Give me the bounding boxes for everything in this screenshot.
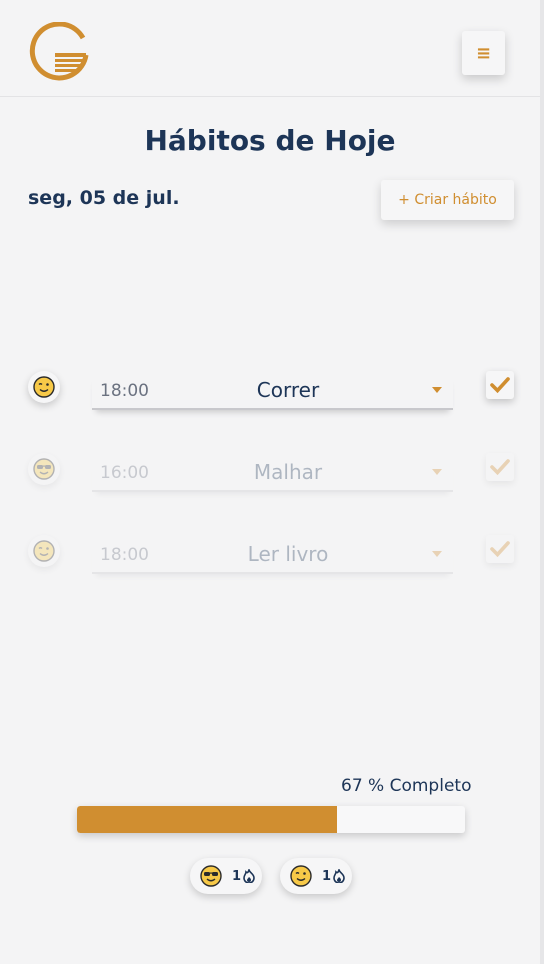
sunglasses-face-icon bbox=[200, 865, 222, 887]
habit-row: 18:00 Correr bbox=[0, 371, 540, 431]
chevron-down-icon bbox=[432, 551, 442, 557]
menu-button[interactable]: ≡ bbox=[462, 31, 505, 75]
streak-badge[interactable]: 1 bbox=[190, 858, 262, 894]
habit-row: 18:00 Ler livro bbox=[0, 535, 540, 595]
streak-count: 1 bbox=[232, 868, 242, 884]
habit-name: Correr bbox=[256, 378, 320, 402]
progress-bar bbox=[77, 806, 465, 833]
habit-select[interactable]: 18:00 Correr bbox=[92, 374, 453, 410]
flame-icon bbox=[243, 869, 255, 883]
habit-time: 16:00 bbox=[100, 463, 149, 483]
habit-select[interactable]: 18:00 Ler livro bbox=[92, 538, 453, 574]
hamburger-menu-icon: ≡ bbox=[475, 42, 492, 64]
sunglasses-face-icon[interactable] bbox=[28, 453, 60, 485]
habit-select[interactable]: 16:00 Malhar bbox=[92, 456, 453, 492]
scrollbar-edge bbox=[540, 0, 544, 964]
habit-time: 18:00 bbox=[100, 381, 149, 401]
chevron-down-icon bbox=[432, 387, 442, 393]
streak-count: 1 bbox=[322, 868, 332, 884]
progress-label: 67 % Completo bbox=[341, 776, 472, 796]
chevron-down-icon bbox=[432, 469, 442, 475]
flame-icon bbox=[333, 869, 345, 883]
page-title: Hábitos de Hoje bbox=[144, 124, 396, 157]
habit-row: 16:00 Malhar bbox=[0, 453, 540, 513]
checkmark-icon bbox=[490, 459, 510, 476]
habit-name: Ler livro bbox=[247, 542, 329, 566]
complete-habit-button[interactable] bbox=[486, 535, 514, 563]
habit-name: Malhar bbox=[253, 460, 323, 484]
checkmark-icon bbox=[490, 541, 510, 558]
create-habit-button[interactable]: + Criar hábito bbox=[381, 180, 514, 220]
header: ≡ bbox=[0, 0, 540, 97]
checkmark-icon bbox=[490, 377, 510, 394]
complete-habit-button[interactable] bbox=[486, 371, 514, 399]
wink-face-icon bbox=[290, 865, 312, 887]
wink-face-icon[interactable] bbox=[28, 535, 60, 567]
wink-face-icon[interactable] bbox=[28, 371, 60, 403]
progress-fill bbox=[77, 806, 337, 833]
current-date: seg, 05 de jul. bbox=[28, 187, 180, 209]
habit-time: 18:00 bbox=[100, 545, 149, 565]
logo-icon bbox=[29, 22, 89, 81]
complete-habit-button[interactable] bbox=[486, 453, 514, 481]
streak-badge[interactable]: 1 bbox=[280, 858, 352, 894]
